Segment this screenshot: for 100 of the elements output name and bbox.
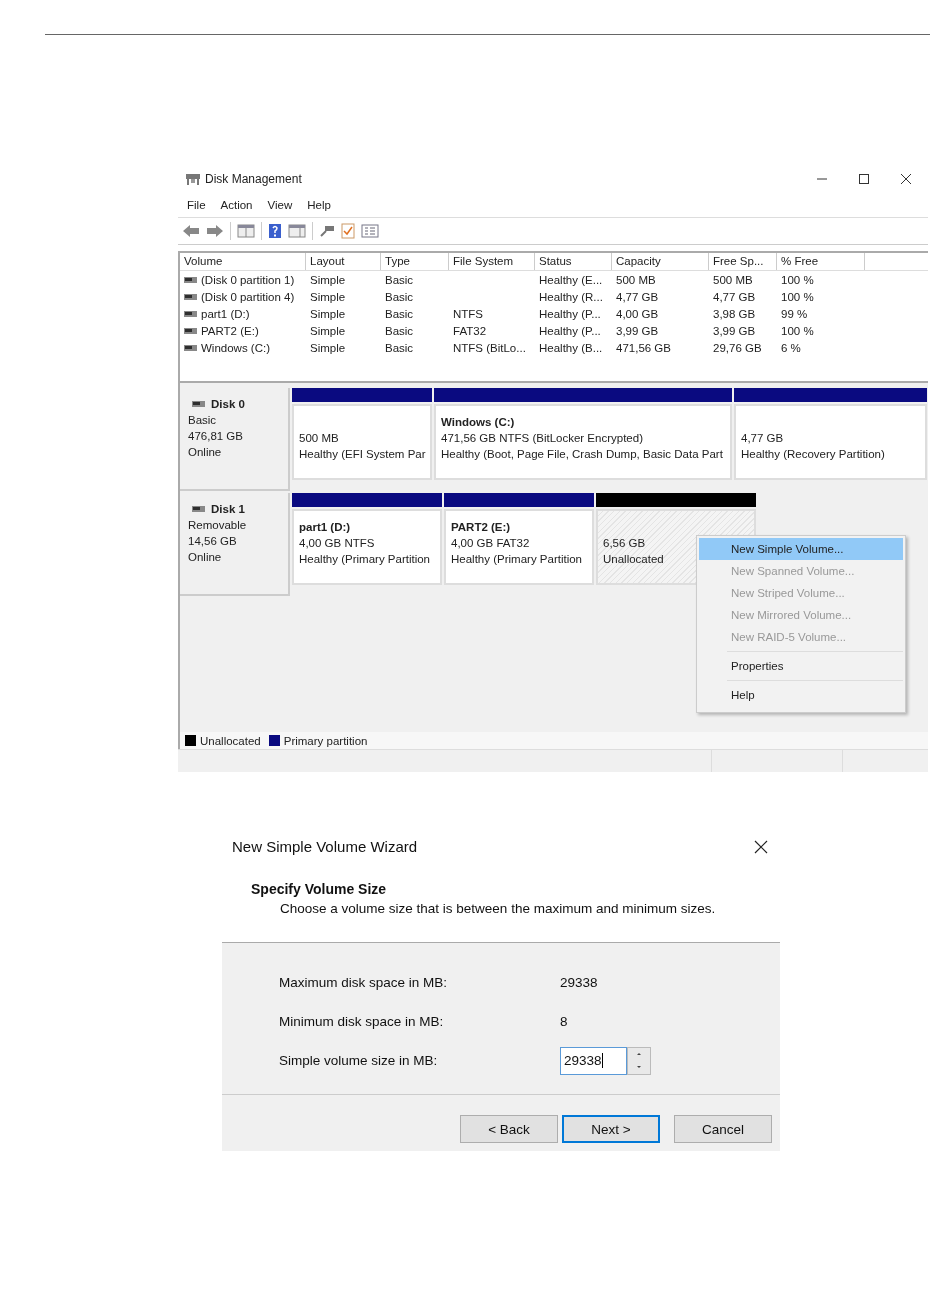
disk-status: Online: [188, 445, 223, 460]
table-cell: 3,99 GB: [713, 324, 756, 337]
table-cell: NTFS: [453, 307, 484, 320]
close-icon[interactable]: [900, 172, 912, 185]
table-cell: 500 MB: [616, 273, 656, 286]
dialog-button[interactable]: < Back: [460, 1115, 558, 1143]
table-cell: 471,56 GB: [616, 341, 671, 354]
column-header[interactable]: Status: [535, 253, 612, 270]
table-icon[interactable]: [288, 224, 306, 238]
column-header[interactable]: Type: [381, 253, 449, 270]
field-value: 29338: [560, 975, 598, 990]
partition-info: Healthy (Primary Partition: [451, 552, 582, 567]
drive-icon: [192, 401, 205, 407]
partition-name: PART2 (E:): [451, 520, 511, 535]
field-label: Simple volume size in MB:: [279, 1053, 439, 1068]
menu-item[interactable]: Help: [307, 198, 331, 211]
disk-size: 476,81 GB: [188, 429, 244, 444]
list-icon[interactable]: [361, 224, 379, 238]
table-cell: Simple: [310, 290, 346, 303]
field-label: Maximum disk space in MB:: [279, 975, 449, 990]
field-label: Minimum disk space in MB:: [279, 1014, 445, 1029]
disk-name: Disk 0: [211, 397, 245, 412]
table-cell: Healthy (E...: [539, 273, 603, 286]
table-cell: 4,77 GB: [713, 290, 756, 303]
column-header[interactable]: Layout: [306, 253, 381, 270]
column-header[interactable]: % Free: [777, 253, 865, 270]
menu-item[interactable]: Action: [220, 198, 253, 211]
dialog-button[interactable]: Next >: [562, 1115, 660, 1143]
partition-name: Windows (C:): [441, 415, 515, 430]
partition-info: 471,56 GB NTFS (BitLocker Encrypted): [441, 431, 643, 446]
partition-block[interactable]: Windows (C:) 471,56 GB NTFS (BitLocker Encrypted) Healthy (Boot, Page File, Crash Dump, Basic Data Part: [434, 404, 732, 480]
column-header[interactable]: File System: [449, 253, 535, 270]
input-field[interactable]: 29338: [560, 1046, 627, 1075]
partition-block[interactable]: 500 MB Healthy (EFI System Par: [292, 404, 432, 480]
drive-icon: [184, 327, 197, 334]
dialog-title: New Simple Volume Wizard: [232, 838, 418, 855]
legend-label: Unallocated: [200, 734, 261, 747]
table-cell: (Disk 0 partition 1): [201, 273, 295, 286]
partition-info: 4,77 GB: [741, 431, 784, 446]
maximize-icon[interactable]: [858, 172, 870, 185]
forward-arrow-icon[interactable]: [206, 224, 224, 238]
partition-block[interactable]: 4,77 GB Healthy (Recovery Partition): [734, 404, 927, 480]
dialog-button[interactable]: Cancel: [674, 1115, 772, 1143]
partition-info: 4,00 GB NTFS: [299, 536, 375, 551]
table-cell: (Disk 0 partition 4): [201, 290, 295, 303]
table-cell: Healthy (B...: [539, 341, 603, 354]
table-cell: 4,77 GB: [616, 290, 659, 303]
help-icon[interactable]: [268, 223, 282, 239]
table-cell: part1 (D:): [201, 307, 250, 320]
disk-status: Online: [188, 550, 223, 565]
disk-name: Disk 1: [211, 502, 245, 517]
partition-info: Unallocated: [603, 552, 664, 567]
table-icon[interactable]: [237, 224, 255, 238]
partition-info: 4,00 GB FAT32: [451, 536, 530, 551]
table-cell: PART2 (E:): [201, 324, 259, 337]
table-cell: Simple: [310, 273, 346, 286]
table-cell: Basic: [385, 273, 414, 286]
menu-item[interactable]: New Simple Volume...: [699, 538, 903, 560]
table-cell: Simple: [310, 324, 346, 337]
table-cell: 3,99 GB: [616, 324, 659, 337]
table-cell: 6 %: [781, 341, 801, 354]
disk-size: 14,56 GB: [188, 534, 238, 549]
window-title: Disk Management: [205, 171, 302, 186]
table-cell: Simple: [310, 307, 346, 320]
partition-block[interactable]: part1 (D:) 4,00 GB NTFS Healthy (Primary Partition: [292, 509, 442, 585]
column-header[interactable]: Free Sp...: [709, 253, 777, 270]
table-cell: Basic: [385, 307, 414, 320]
drive-icon: [184, 276, 197, 283]
disk-type: Removable: [188, 518, 248, 533]
column-header[interactable]: Volume: [180, 253, 306, 270]
table-cell: Healthy (P...: [539, 324, 601, 337]
column-header[interactable]: Capacity: [612, 253, 709, 270]
checklist-icon[interactable]: [341, 223, 355, 239]
drive-icon: [184, 293, 197, 300]
table-cell: 4,00 GB: [616, 307, 659, 320]
disk-type: Basic: [188, 413, 218, 428]
page-description: Choose a volume size that is between the maximum and minimum sizes.: [280, 901, 717, 916]
close-icon[interactable]: [754, 839, 768, 854]
drive-icon: [184, 344, 197, 351]
table-cell: Healthy (R...: [539, 290, 603, 303]
menu-item[interactable]: View: [267, 198, 293, 211]
partition-info: Healthy (Boot, Page File, Crash Dump, Basic Data Part: [441, 447, 723, 462]
menu-item[interactable]: Properties: [699, 655, 903, 677]
partition-name: part1 (D:): [299, 520, 351, 535]
menu-item[interactable]: File: [187, 198, 206, 211]
menu-item[interactable]: Help: [699, 684, 903, 706]
field-value: 8: [560, 1014, 568, 1029]
partition-info: 500 MB: [299, 431, 339, 446]
partition-info: 6,56 GB: [603, 536, 646, 551]
drive-icon: [192, 506, 205, 512]
table-cell: 100 %: [781, 273, 814, 286]
table-cell: 3,98 GB: [713, 307, 756, 320]
table-cell: 500 MB: [713, 273, 753, 286]
partition-info: Healthy (Primary Partition: [299, 552, 430, 567]
partition-info: Healthy (Recovery Partition): [741, 447, 885, 462]
back-arrow-icon[interactable]: [182, 224, 200, 238]
partition-info: Healthy (EFI System Par: [299, 447, 426, 462]
table-cell: Simple: [310, 341, 346, 354]
table-cell: NTFS (BitLo...: [453, 341, 526, 354]
partition-block[interactable]: PART2 (E:) 4,00 GB FAT32 Healthy (Primary Partition: [444, 509, 594, 585]
